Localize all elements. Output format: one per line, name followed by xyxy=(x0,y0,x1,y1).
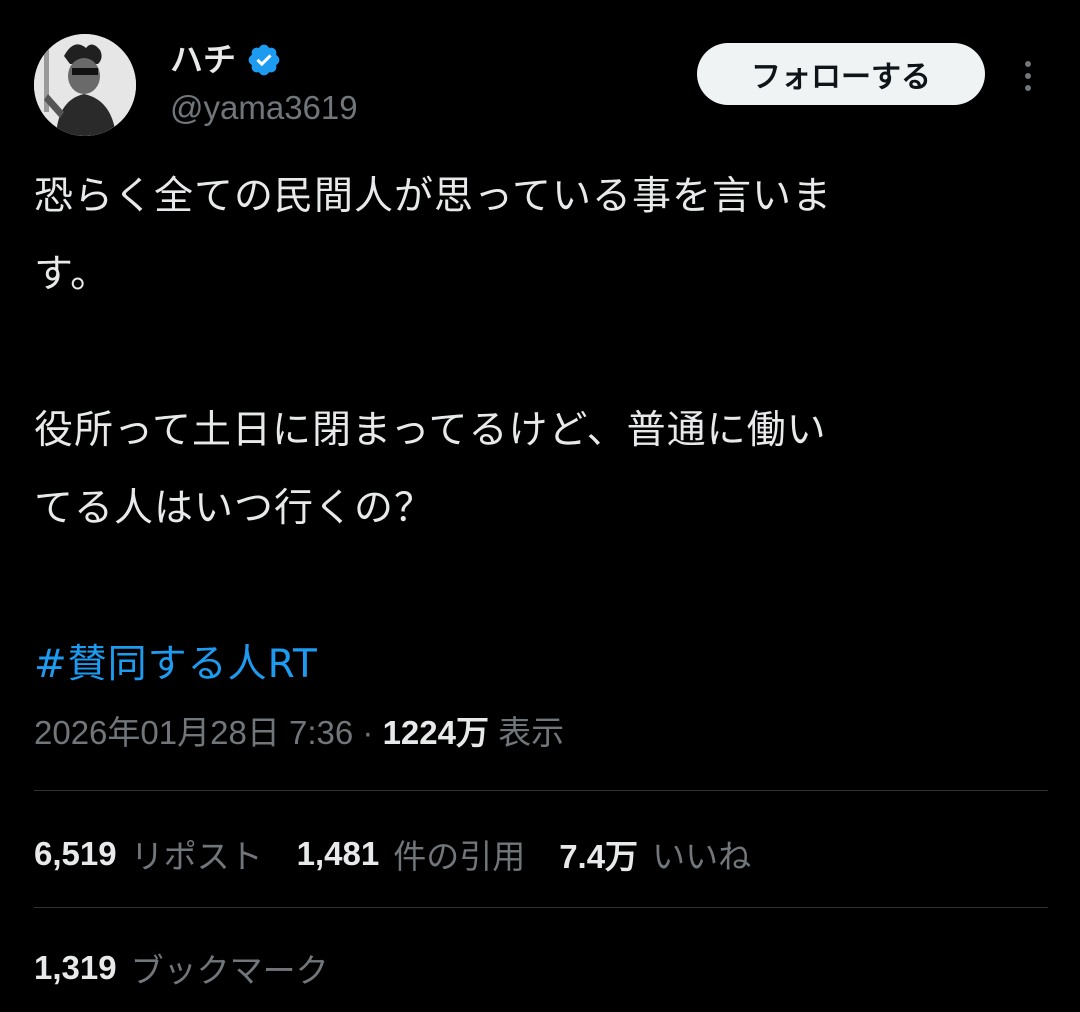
reposts-count: 6,519 xyxy=(34,835,117,872)
tweet-line: 恐らく全ての民間人が思っている事を言いま xyxy=(34,174,833,219)
quotes-stat[interactable]: 1,481 件の引用 xyxy=(297,830,526,878)
author-name-row[interactable]: ハチ xyxy=(170,38,282,82)
verified-badge-icon[interactable] xyxy=(246,42,282,78)
more-dot xyxy=(1025,73,1031,79)
hashtag-link[interactable]: #賛同する人RT xyxy=(34,626,1044,704)
follow-button[interactable]: フォローする xyxy=(697,43,985,105)
display-name[interactable]: ハチ xyxy=(170,38,236,82)
reposts-stat[interactable]: 6,519 リポスト xyxy=(34,830,263,878)
views-label: 表示 xyxy=(498,714,565,751)
divider xyxy=(34,790,1048,791)
author-handle[interactable]: @yama3619 xyxy=(170,86,358,130)
tweet-meta: 2026年01月28日 7:36 · 1224万 表示 xyxy=(34,705,564,761)
quotes-label: 件の引用 xyxy=(393,837,526,876)
tweet-text: 恐らく全ての民間人が思っている事を言いま す。 役所って土日に閉まってるけど、普… xyxy=(34,158,1044,704)
profile-photo xyxy=(34,34,136,136)
timestamp[interactable]: 2026年01月28日 7:36 xyxy=(34,714,353,751)
more-options-icon[interactable] xyxy=(1010,52,1046,100)
meta-separator: · xyxy=(362,714,374,751)
tweet-line: す。 xyxy=(34,252,111,297)
likes-label: いいね xyxy=(652,837,752,876)
bookmarks-count: 1,319 xyxy=(34,949,117,986)
avatar[interactable] xyxy=(34,34,136,136)
more-dot xyxy=(1025,61,1031,67)
bookmarks-label: ブックマーク xyxy=(130,951,329,990)
bookmarks-stat[interactable]: 1,319 ブックマーク xyxy=(34,940,329,996)
views-count: 1224万 xyxy=(382,714,489,751)
reposts-label: リポスト xyxy=(130,837,263,876)
more-dot xyxy=(1025,85,1031,91)
likes-count: 7.4万 xyxy=(559,838,639,875)
quotes-count: 1,481 xyxy=(296,835,380,872)
engagement-stats: 6,519 リポスト 1,481 件の引用 7.4万 いいね xyxy=(34,826,785,882)
likes-stat[interactable]: 7.4万 いいね xyxy=(559,830,751,878)
tweet-line: てる人はいつ行くの？ xyxy=(34,486,435,531)
divider xyxy=(34,907,1048,908)
tweet-line: 役所って土日に閉まってるけど、普通に働い xyxy=(34,408,827,453)
